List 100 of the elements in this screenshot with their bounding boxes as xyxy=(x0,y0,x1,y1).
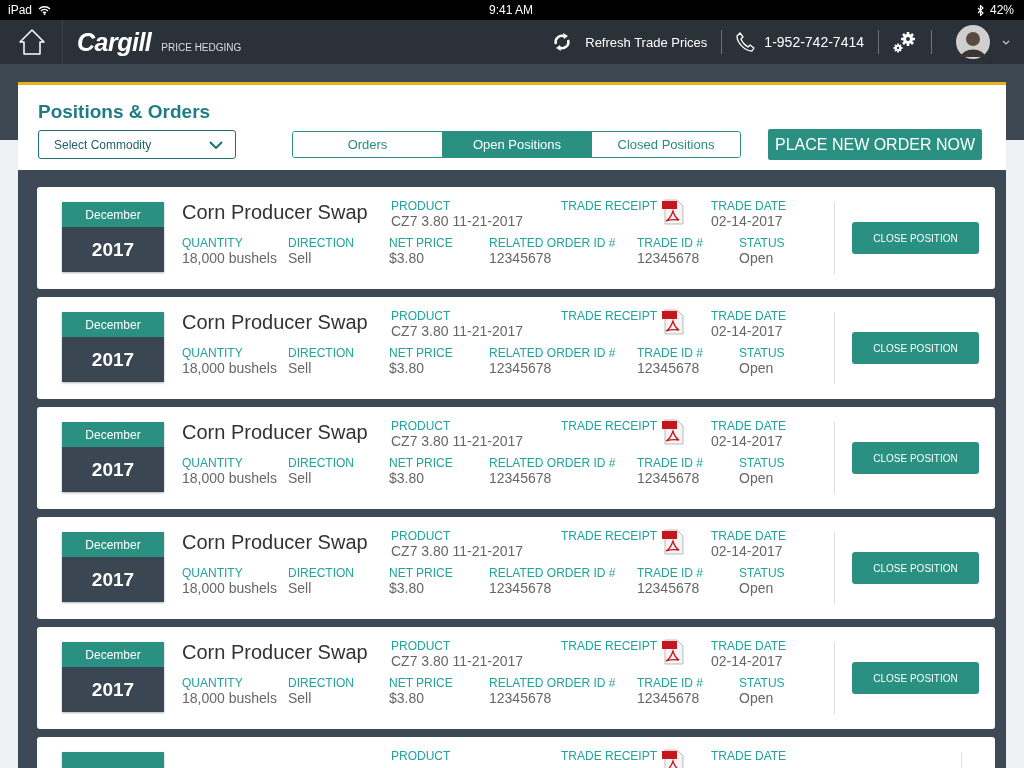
field-value: 12345678 xyxy=(489,250,553,266)
field-value: CZ7 3.80 11-21-2017 xyxy=(391,653,525,669)
field-label: STATUS xyxy=(739,456,786,470)
field-label: DIRECTION xyxy=(288,456,355,470)
field-label: NET PRICE xyxy=(389,346,454,360)
close-position-button[interactable]: CLOSE POSITION xyxy=(852,662,979,694)
field-label: TRADE ID # xyxy=(637,456,704,470)
field-label: STATUS xyxy=(739,236,786,250)
field-label: QUANTITY xyxy=(182,236,244,250)
pdf-icon[interactable] xyxy=(661,309,685,335)
year: 2017 xyxy=(91,238,135,261)
field-value: Sell xyxy=(288,580,313,596)
field-label: TRADE RECEIPT xyxy=(561,529,657,543)
field-label: PRODUCT xyxy=(391,199,452,213)
refresh-button[interactable]: Refresh Trade Prices xyxy=(553,32,708,52)
place-order-button[interactable]: PLACE NEW ORDER NOW xyxy=(768,129,982,160)
field-value: Sell xyxy=(288,360,313,376)
field-value: $3.80 xyxy=(389,690,426,706)
field-value: $3.80 xyxy=(389,250,426,266)
close-position-button[interactable]: CLOSE POSITION xyxy=(852,222,979,254)
field-label: TRADE DATE xyxy=(711,309,787,323)
field-value: Sell xyxy=(288,250,313,266)
field-value: 02-14-2017 xyxy=(711,653,784,669)
field-value: $3.80 xyxy=(389,580,426,596)
field-label: PRODUCT xyxy=(391,639,452,653)
caret-icon[interactable] xyxy=(1002,39,1010,45)
field-value: Open xyxy=(739,580,775,596)
field-label: TRADE ID # xyxy=(637,676,704,690)
tab[interactable]: Open Positions xyxy=(442,132,591,157)
clock: 9:41 AM xyxy=(489,3,533,17)
field-label: TRADE ID # xyxy=(637,346,704,360)
field-value: $3.80 xyxy=(389,470,426,486)
field-value: 02-14-2017 xyxy=(711,213,784,229)
phone-icon xyxy=(736,32,757,52)
close-position-button[interactable]: CLOSE POSITION xyxy=(852,442,979,474)
month: December xyxy=(85,537,141,552)
field-value: Open xyxy=(739,250,775,266)
field-value: 12345678 xyxy=(489,690,553,706)
field-value: $3.80 xyxy=(389,360,426,376)
position-title: Corn Producer Swap xyxy=(182,421,368,443)
field-label: QUANTITY xyxy=(182,566,244,580)
battery-level: 42% xyxy=(989,3,1014,17)
field-value: 18,000 bushels xyxy=(182,580,278,596)
field-label: QUANTITY xyxy=(182,676,244,690)
tab[interactable]: Closed Positions xyxy=(591,132,740,157)
month: December xyxy=(85,647,141,662)
year: 2017 xyxy=(91,458,135,481)
month: December xyxy=(85,427,141,442)
pdf-icon[interactable] xyxy=(661,639,685,665)
field-label: TRADE ID # xyxy=(637,566,704,580)
field-label: TRADE DATE xyxy=(711,749,787,763)
page-title: Positions & Orders xyxy=(38,101,212,123)
field-value: 18,000 bushels xyxy=(182,360,278,376)
pdf-icon[interactable] xyxy=(661,749,685,768)
field-label: NET PRICE xyxy=(389,676,454,690)
pdf-icon[interactable] xyxy=(661,529,685,555)
refresh-icon xyxy=(553,32,572,52)
home-icon[interactable] xyxy=(18,29,46,55)
field-label: RELATED ORDER ID # xyxy=(489,456,617,470)
settings-icon[interactable] xyxy=(893,31,917,53)
field-value: 02-14-2017 xyxy=(711,433,784,449)
field-label: QUANTITY xyxy=(182,456,244,470)
avatar[interactable] xyxy=(956,25,990,59)
year: 2017 xyxy=(91,568,135,591)
chevron-down-icon xyxy=(209,140,223,149)
field-value: 12345678 xyxy=(637,470,701,486)
field-value: Open xyxy=(739,360,775,376)
close-position-button[interactable]: CLOSE POSITION xyxy=(852,332,979,364)
field-value: 12345678 xyxy=(489,470,553,486)
field-value: CZ7 3.80 11-21-2017 xyxy=(391,323,525,339)
field-label: NET PRICE xyxy=(389,236,454,250)
bluetooth-icon xyxy=(976,4,984,16)
field-label: RELATED ORDER ID # xyxy=(489,346,617,360)
field-label: QUANTITY xyxy=(182,346,244,360)
phone-button[interactable]: 1-952-742-7414 xyxy=(736,32,864,52)
field-value: 02-14-2017 xyxy=(711,323,784,339)
field-label: PRODUCT xyxy=(391,749,452,763)
pdf-icon[interactable] xyxy=(661,419,685,445)
position-title: Corn Producer Swap xyxy=(182,641,368,663)
field-label: TRADE RECEIPT xyxy=(561,749,657,763)
field-value: 18,000 bushels xyxy=(182,470,278,486)
pdf-icon[interactable] xyxy=(661,199,685,225)
close-position-button[interactable]: CLOSE POSITION xyxy=(852,552,979,584)
field-label: STATUS xyxy=(739,346,786,360)
commodity-select[interactable]: Select Commodity xyxy=(38,130,236,159)
year: 2017 xyxy=(91,678,135,701)
field-label: TRADE RECEIPT xyxy=(561,639,657,653)
field-value: CZ7 3.80 11-21-2017 xyxy=(391,433,525,449)
field-value: Open xyxy=(739,470,775,486)
field-label: NET PRICE xyxy=(389,456,454,470)
device-name: iPad xyxy=(8,3,33,17)
field-label: PRODUCT xyxy=(391,419,452,433)
position-title: Corn Producer Swap xyxy=(182,531,368,553)
field-label: DIRECTION xyxy=(288,676,355,690)
field-label: DIRECTION xyxy=(288,236,355,250)
field-value: 12345678 xyxy=(637,580,701,596)
field-value: 12345678 xyxy=(637,250,701,266)
app-name: PRICE HEDGING xyxy=(161,41,242,53)
month: December xyxy=(85,317,141,332)
field-label: TRADE DATE xyxy=(711,419,787,433)
